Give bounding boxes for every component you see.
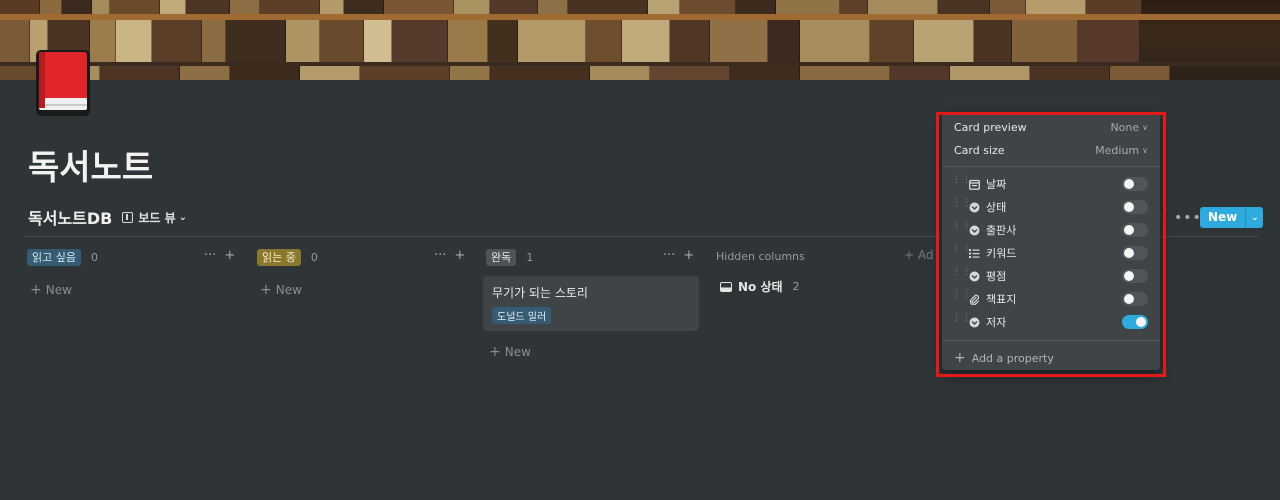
property-row-keyword[interactable]: ⋮⋮ 키워드 (952, 245, 1148, 261)
popup-divider (942, 340, 1160, 341)
select-icon (968, 224, 980, 236)
chevron-down-icon: ∨ (1142, 122, 1148, 132)
hidden-group-label: No 상태 (738, 280, 783, 294)
chevron-down-icon: ⌄ (178, 211, 188, 223)
hidden-group-count: 2 (792, 280, 800, 293)
inbox-icon (720, 281, 732, 292)
property-row-cover[interactable]: ⋮⋮ 책표지 (952, 291, 1148, 307)
card-size-label: Card size (954, 143, 1005, 157)
plus-icon: + (30, 282, 42, 298)
column-add-icon[interactable]: + (224, 248, 235, 263)
property-row-publisher[interactable]: ⋮⋮ 출판사 (952, 222, 1148, 238)
red-book-icon[interactable] (34, 48, 94, 120)
column-add-icon[interactable]: + (454, 248, 465, 263)
add-card-label: New (275, 283, 302, 297)
add-card-label: New (45, 283, 72, 297)
calendar-icon (968, 178, 980, 190)
select-icon (968, 316, 980, 328)
popup-divider (942, 166, 1160, 167)
add-card-button[interactable]: + New (260, 282, 302, 298)
more-options-icon[interactable]: ••• (1174, 210, 1202, 226)
property-row-status[interactable]: ⋮⋮ 상태 (952, 199, 1148, 215)
new-button-group: New ⌄ (1200, 207, 1264, 228)
visibility-toggle[interactable] (1122, 200, 1148, 214)
property-label: 책표지 (986, 293, 1017, 306)
property-row-date[interactable]: ⋮⋮ 날짜 (952, 176, 1148, 192)
visibility-toggle[interactable] (1122, 177, 1148, 191)
column-count: 0 (90, 250, 98, 264)
column-count: 1 (526, 250, 534, 264)
column-more-icon[interactable]: ··· (434, 248, 446, 263)
visibility-toggle[interactable] (1122, 246, 1148, 260)
drag-handle-icon[interactable]: ⋮⋮ (952, 245, 971, 259)
add-card-button[interactable]: + New (489, 344, 531, 360)
view-switcher[interactable]: 보드 뷰 ⌄ (122, 209, 187, 226)
property-label: 날짜 (986, 178, 1007, 191)
column-actions: ··· + (663, 248, 694, 263)
card-preview-option[interactable]: Card preview None ∨ (954, 118, 1148, 136)
column-count: 0 (310, 250, 318, 264)
card-preview-value: None (1110, 120, 1140, 134)
page-cover-image[interactable] (0, 0, 1280, 80)
drag-handle-icon[interactable]: ⋮⋮ (952, 314, 971, 328)
board-column-header[interactable]: 읽고 싶음 0 (27, 248, 98, 266)
drag-handle-icon[interactable]: ⋮⋮ (952, 268, 971, 282)
status-tag: 읽는 중 (257, 248, 301, 266)
author-tag: 도널드 밀러 (492, 307, 552, 324)
visibility-toggle[interactable] (1122, 223, 1148, 237)
status-tag: 읽고 싶음 (27, 248, 81, 266)
visibility-toggle[interactable] (1122, 315, 1148, 329)
card-size-option[interactable]: Card size Medium ∨ (954, 141, 1148, 159)
new-dropdown-chevron-icon[interactable]: ⌄ (1245, 207, 1264, 228)
board-card[interactable]: 무기가 되는 스토리 도널드 밀러 (483, 276, 699, 331)
drag-handle-icon[interactable]: ⋮⋮ (952, 176, 971, 190)
add-property-button[interactable]: + Add a property (954, 350, 1054, 366)
card-title: 무기가 되는 스토리 (492, 286, 588, 300)
property-label: 저자 (986, 316, 1007, 329)
add-property-label: Add a property (971, 351, 1054, 365)
plus-icon: + (260, 282, 272, 298)
property-label: 평점 (986, 270, 1007, 283)
status-tag: 완독 (486, 248, 517, 266)
visibility-toggle[interactable] (1122, 269, 1148, 283)
paperclip-icon (968, 293, 980, 305)
drag-handle-icon[interactable]: ⋮⋮ (952, 222, 971, 236)
plus-icon: + (489, 344, 501, 360)
hidden-columns-label: Hidden columns (716, 250, 805, 263)
select-icon (968, 270, 980, 282)
hidden-group-no-status[interactable]: No 상태 2 (720, 278, 800, 295)
database-title[interactable]: 독서노트DB (28, 205, 112, 229)
board-column-header[interactable]: 완독 1 (486, 248, 533, 266)
column-actions: ··· + (204, 248, 235, 263)
property-label: 상태 (986, 201, 1007, 214)
card-preview-label: Card preview (954, 120, 1027, 134)
database-header: 독서노트DB 보드 뷰 ⌄ (28, 206, 187, 228)
property-label: 키워드 (986, 247, 1017, 260)
list-icon (968, 247, 980, 259)
drag-handle-icon[interactable]: ⋮⋮ (952, 199, 971, 213)
visibility-toggle[interactable] (1122, 292, 1148, 306)
card-size-value: Medium (1095, 143, 1140, 157)
select-icon (968, 201, 980, 213)
add-group-button[interactable]: + Ad (904, 248, 934, 262)
page-title[interactable]: 독서노트 (28, 140, 153, 189)
view-label: 보드 뷰 (138, 210, 176, 225)
property-row-rating[interactable]: ⋮⋮ 평점 (952, 268, 1148, 284)
column-actions: ··· + (434, 248, 465, 263)
property-label: 출판사 (986, 224, 1017, 237)
board-view-icon (122, 211, 134, 223)
new-button[interactable]: New (1200, 207, 1246, 228)
plus-icon: + (954, 350, 966, 366)
properties-popup: Card preview None ∨ Card size Medium ∨ ⋮⋮ … (942, 114, 1160, 370)
drag-handle-icon[interactable]: ⋮⋮ (952, 291, 971, 305)
chevron-down-icon: ∨ (1142, 145, 1148, 155)
add-group-label: Ad (917, 248, 934, 262)
property-row-author[interactable]: ⋮⋮ 저자 (952, 314, 1148, 330)
board-column-header[interactable]: 읽는 중 0 (257, 248, 318, 266)
column-more-icon[interactable]: ··· (204, 248, 216, 263)
add-card-button[interactable]: + New (30, 282, 72, 298)
column-more-icon[interactable]: ··· (663, 248, 675, 263)
column-add-icon[interactable]: + (683, 248, 694, 263)
add-card-label: New (504, 345, 531, 359)
